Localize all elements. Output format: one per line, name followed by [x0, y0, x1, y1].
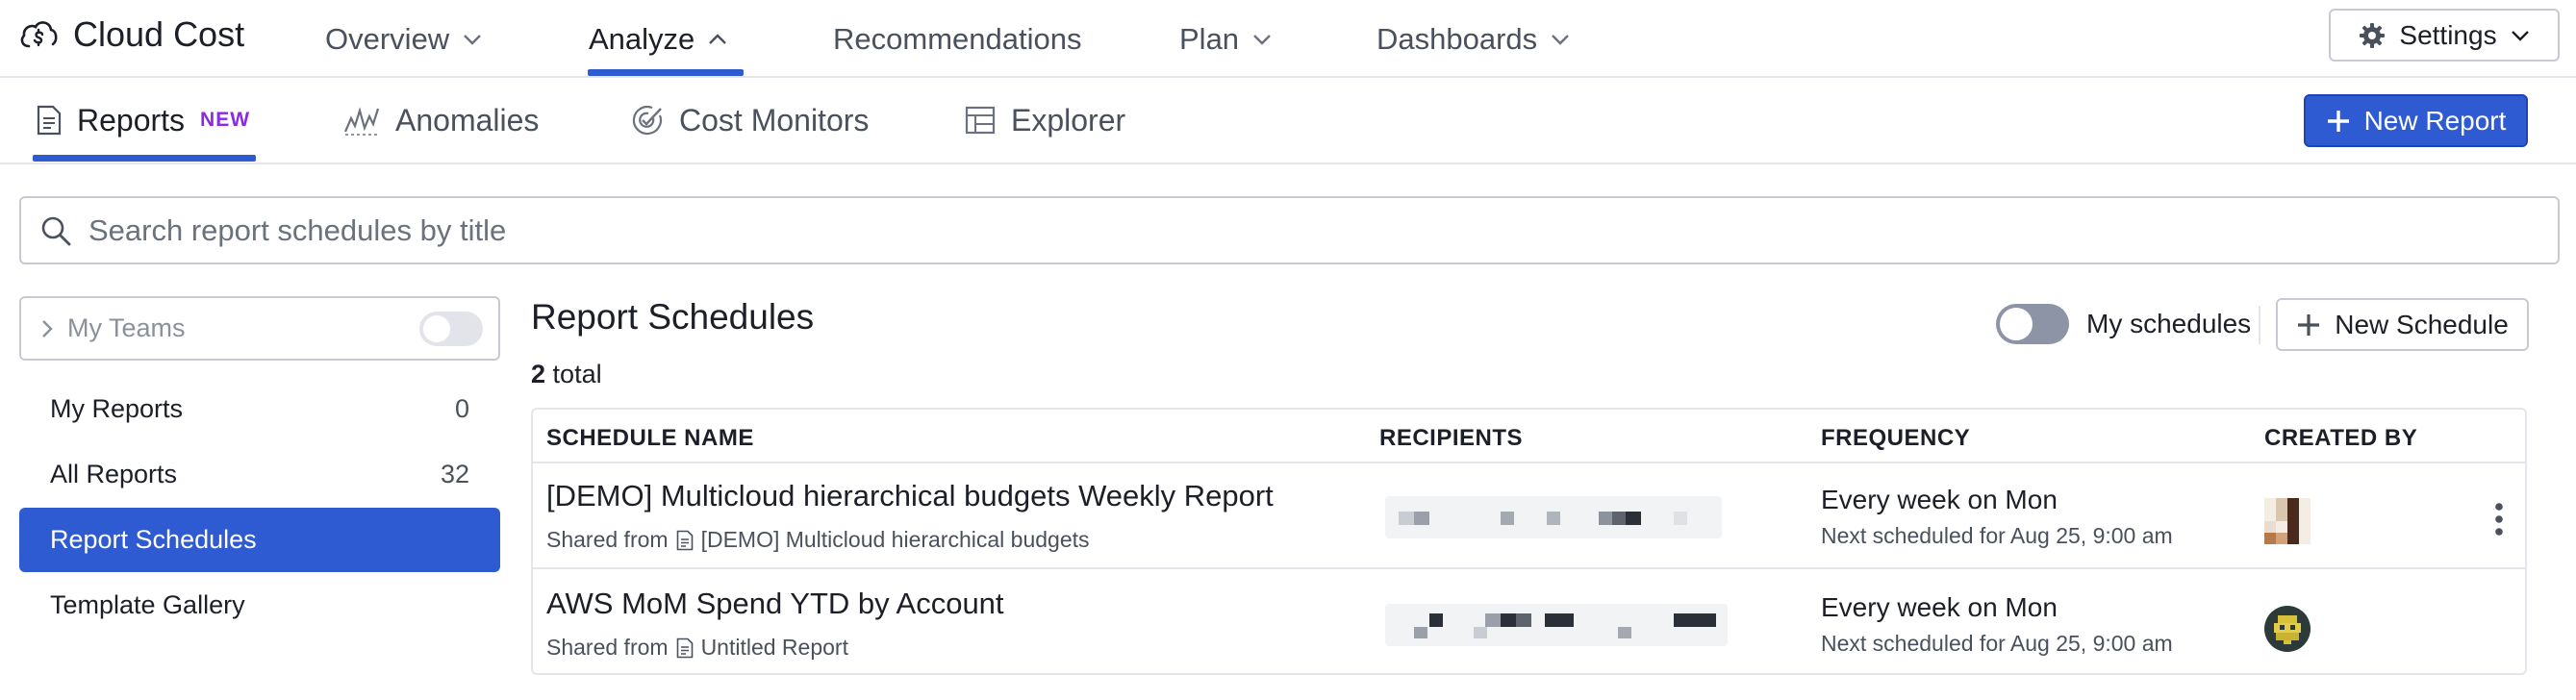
settings-button[interactable]: Settings — [2329, 9, 2560, 62]
tab-anomalies-label: Anomalies — [395, 102, 540, 138]
nav-overview[interactable]: Overview — [325, 0, 482, 78]
nav-analyze[interactable]: Analyze — [589, 0, 727, 78]
total-count: 2 total — [531, 360, 602, 389]
settings-label: Settings — [2399, 19, 2497, 50]
cloud-dollar-icon — [17, 13, 60, 56]
nav-recommendations-label: Recommendations — [833, 21, 1082, 56]
nav-dashboards-label: Dashboards — [1376, 21, 1538, 56]
search-icon — [40, 215, 71, 246]
sidebar-item-label: Report Schedules — [50, 525, 257, 554]
sidebar-item-label: Template Gallery — [50, 590, 245, 619]
sidebar-item-template-gallery[interactable]: Template Gallery — [19, 573, 500, 638]
new-report-label: New Report — [2363, 105, 2507, 136]
my-schedules-toggle[interactable] — [1996, 304, 2069, 344]
chevron-down-icon — [2511, 30, 2530, 41]
nav-recommendations[interactable]: Recommendations — [833, 0, 1081, 78]
plus-icon — [2296, 312, 2321, 338]
my-teams-label: My Teams — [67, 313, 186, 342]
avatar — [2264, 498, 2311, 544]
my-teams-toggle[interactable] — [419, 311, 483, 346]
sidebar-item-all-reports[interactable]: All Reports 32 — [19, 442, 500, 507]
chevron-down-icon — [463, 34, 482, 45]
sidebar-item-my-reports[interactable]: My Reports 0 — [19, 377, 500, 441]
sidebar-item-count: 0 — [454, 394, 469, 423]
page-title: Report Schedules — [531, 297, 815, 337]
nav-plan-label: Plan — [1179, 21, 1240, 56]
app-brand[interactable]: Cloud Cost — [17, 13, 244, 56]
next-scheduled: Next scheduled for Aug 25, 9:00 am — [1821, 631, 2173, 656]
recipients-redacted — [1385, 604, 1731, 646]
sidebar-item-label: All Reports — [50, 460, 178, 488]
next-scheduled: Next scheduled for Aug 25, 9:00 am — [1821, 523, 2173, 548]
column-header-recipients[interactable]: RECIPIENTS — [1379, 425, 1523, 452]
gear-icon — [2359, 22, 2386, 49]
table-header: SCHEDULE NAME RECIPIENTS FREQUENCY CREAT… — [533, 410, 2525, 463]
table-row[interactable]: AWS MoM Spend YTD by Account Shared from… — [533, 571, 2525, 673]
nav-analyze-label: Analyze — [589, 21, 695, 56]
tab-cost-monitors[interactable]: Cost Monitors — [631, 78, 869, 162]
shared-source-link[interactable]: Untitled Report — [701, 635, 848, 661]
new-schedule-label: New Schedule — [2335, 309, 2509, 339]
document-icon — [676, 530, 694, 551]
grid-table-icon — [965, 106, 996, 135]
tab-reports[interactable]: Reports NEW — [37, 78, 250, 162]
shared-prefix: Shared from — [546, 635, 669, 660]
chevron-up-icon — [708, 33, 727, 45]
frequency: Every week on Mon — [1821, 485, 2058, 514]
new-schedule-button[interactable]: New Schedule — [2276, 298, 2529, 351]
anomaly-chart-icon — [343, 105, 380, 136]
column-header-schedule-name[interactable]: SCHEDULE NAME — [546, 425, 754, 452]
report-tabs-bar: Reports NEW Anomalies Cost Monitors Expl… — [0, 78, 2576, 164]
total-number: 2 — [531, 360, 546, 388]
recipients-redacted — [1385, 496, 1731, 538]
document-icon — [37, 105, 62, 136]
plus-icon — [2326, 109, 2351, 134]
tab-active-indicator — [33, 155, 256, 162]
tab-explorer[interactable]: Explorer — [965, 78, 1125, 162]
chevron-right-icon — [40, 318, 54, 339]
tab-reports-label: Reports — [77, 102, 186, 138]
my-schedules-filter[interactable]: My schedules — [1996, 304, 2251, 344]
divider — [2259, 306, 2260, 344]
sidebar-item-count: 32 — [440, 460, 469, 488]
shared-prefix: Shared from — [546, 527, 669, 552]
tab-explorer-label: Explorer — [1011, 102, 1126, 138]
row-actions-menu[interactable] — [2491, 500, 2507, 538]
table-row[interactable]: [DEMO] Multicloud hierarchical budgets W… — [533, 463, 2525, 569]
search-bar[interactable] — [19, 196, 2560, 264]
new-report-button[interactable]: New Report — [2304, 94, 2528, 147]
nav-active-indicator — [588, 69, 744, 76]
top-navigation-bar: Cloud Cost Overview Analyze Recommendati… — [0, 0, 2576, 78]
shared-from: Shared from [DEMO] Multicloud hierarchic… — [546, 527, 1090, 553]
schedule-name[interactable]: AWS MoM Spend YTD by Account — [546, 587, 1004, 621]
app-title: Cloud Cost — [73, 14, 245, 54]
column-header-frequency[interactable]: FREQUENCY — [1821, 425, 1970, 452]
sidebar-item-label: My Reports — [50, 394, 184, 423]
shared-source-link[interactable]: [DEMO] Multicloud hierarchical budgets — [701, 527, 1090, 553]
chevron-down-icon — [1551, 34, 1570, 45]
sidebar-item-report-schedules[interactable]: Report Schedules — [19, 508, 500, 572]
monitor-target-icon — [631, 104, 664, 137]
tab-cost-monitors-label: Cost Monitors — [679, 102, 870, 138]
total-label: total — [552, 360, 602, 388]
schedules-table: SCHEDULE NAME RECIPIENTS FREQUENCY CREAT… — [531, 408, 2527, 675]
schedule-name[interactable]: [DEMO] Multicloud hierarchical budgets W… — [546, 479, 1274, 513]
my-teams-filter[interactable]: My Teams — [19, 296, 500, 361]
shared-from: Shared from Untitled Report — [546, 635, 848, 661]
new-badge: NEW — [200, 109, 251, 131]
tab-anomalies[interactable]: Anomalies — [343, 78, 539, 162]
nav-plan[interactable]: Plan — [1179, 0, 1272, 78]
my-schedules-label: My schedules — [2086, 309, 2252, 338]
document-icon — [676, 638, 694, 659]
column-header-created-by[interactable]: CREATED BY — [2264, 425, 2417, 452]
avatar — [2264, 606, 2311, 652]
nav-overview-label: Overview — [325, 21, 450, 56]
nav-dashboards[interactable]: Dashboards — [1376, 0, 1570, 78]
search-input[interactable] — [88, 212, 2493, 248]
chevron-down-icon — [1252, 34, 1272, 45]
kebab-menu-icon — [2491, 500, 2507, 538]
frequency: Every week on Mon — [1821, 592, 2058, 622]
